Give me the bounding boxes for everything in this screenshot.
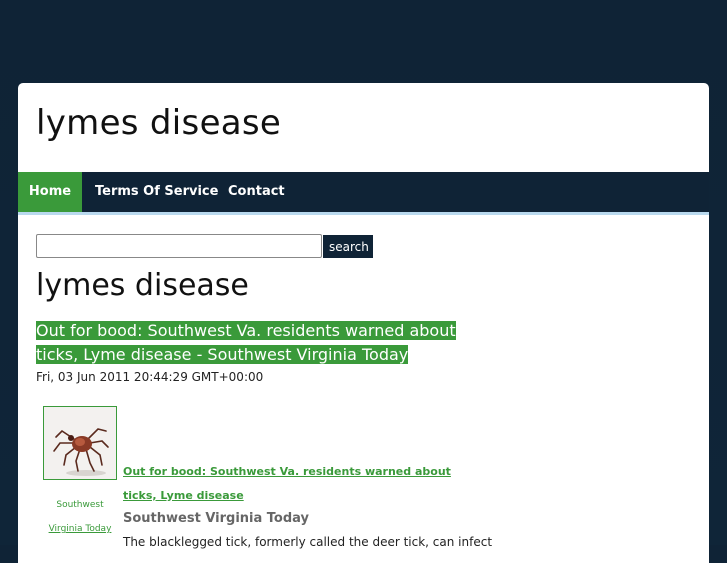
article-date: Fri, 03 Jun 2011 20:44:29 GMT+00:00 xyxy=(36,370,264,384)
nav-home[interactable]: Home xyxy=(18,172,82,212)
article-title-text[interactable]: Out for bood: Southwest Va. residents wa… xyxy=(36,321,456,364)
article-thumbnail[interactable] xyxy=(43,406,117,480)
story-source: Southwest Virginia Today xyxy=(123,511,310,526)
search-input[interactable] xyxy=(36,234,322,258)
thumbnail-caption[interactable]: Southwest Virginia Today xyxy=(43,493,117,541)
thumbnail-caption-line2[interactable]: Virginia Today xyxy=(43,517,117,541)
page-heading: lymes disease xyxy=(36,268,249,303)
article-title-link[interactable]: Out for bood: Southwest Va. residents wa… xyxy=(36,319,476,367)
site-title[interactable]: lymes disease xyxy=(36,103,281,143)
search-button[interactable]: search xyxy=(323,235,373,258)
main-nav: Home Terms Of Service Contact xyxy=(18,172,709,215)
nav-contact[interactable]: Contact xyxy=(228,172,285,212)
story-link[interactable]: Out for bood: Southwest Va. residents wa… xyxy=(123,460,483,508)
story-snippet: The blacklegged tick, formerly called th… xyxy=(123,535,493,549)
page-container: lymes disease Home Terms Of Service Cont… xyxy=(18,83,709,563)
tick-image xyxy=(44,407,116,479)
nav-terms-of-service[interactable]: Terms Of Service xyxy=(95,172,218,212)
thumbnail-caption-line1: Southwest xyxy=(56,500,104,510)
